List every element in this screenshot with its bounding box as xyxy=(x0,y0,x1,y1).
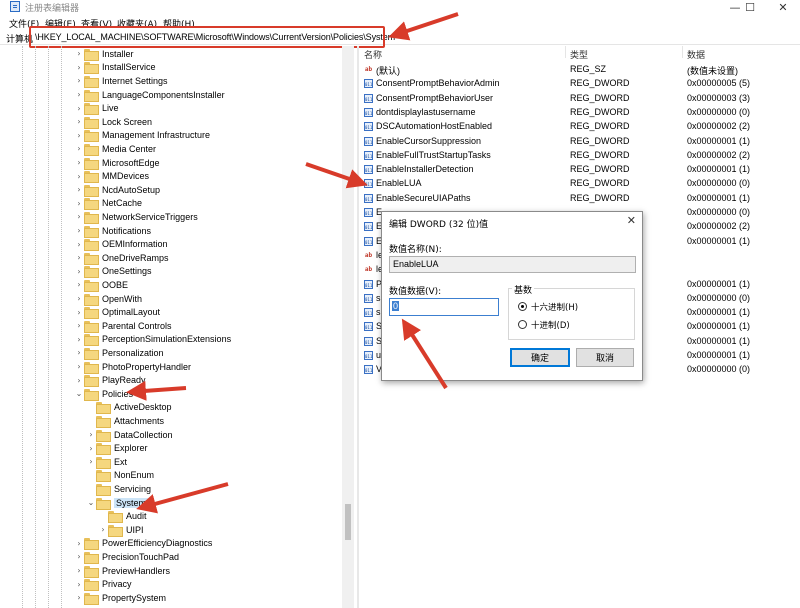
arrow-to-policies xyxy=(126,380,187,401)
annotation-arrows xyxy=(126,12,459,514)
arrow-to-value-data xyxy=(401,318,448,390)
arrow-to-address xyxy=(388,12,459,41)
arrow-to-system xyxy=(136,482,229,514)
arrow-to-enablelua xyxy=(305,162,368,189)
